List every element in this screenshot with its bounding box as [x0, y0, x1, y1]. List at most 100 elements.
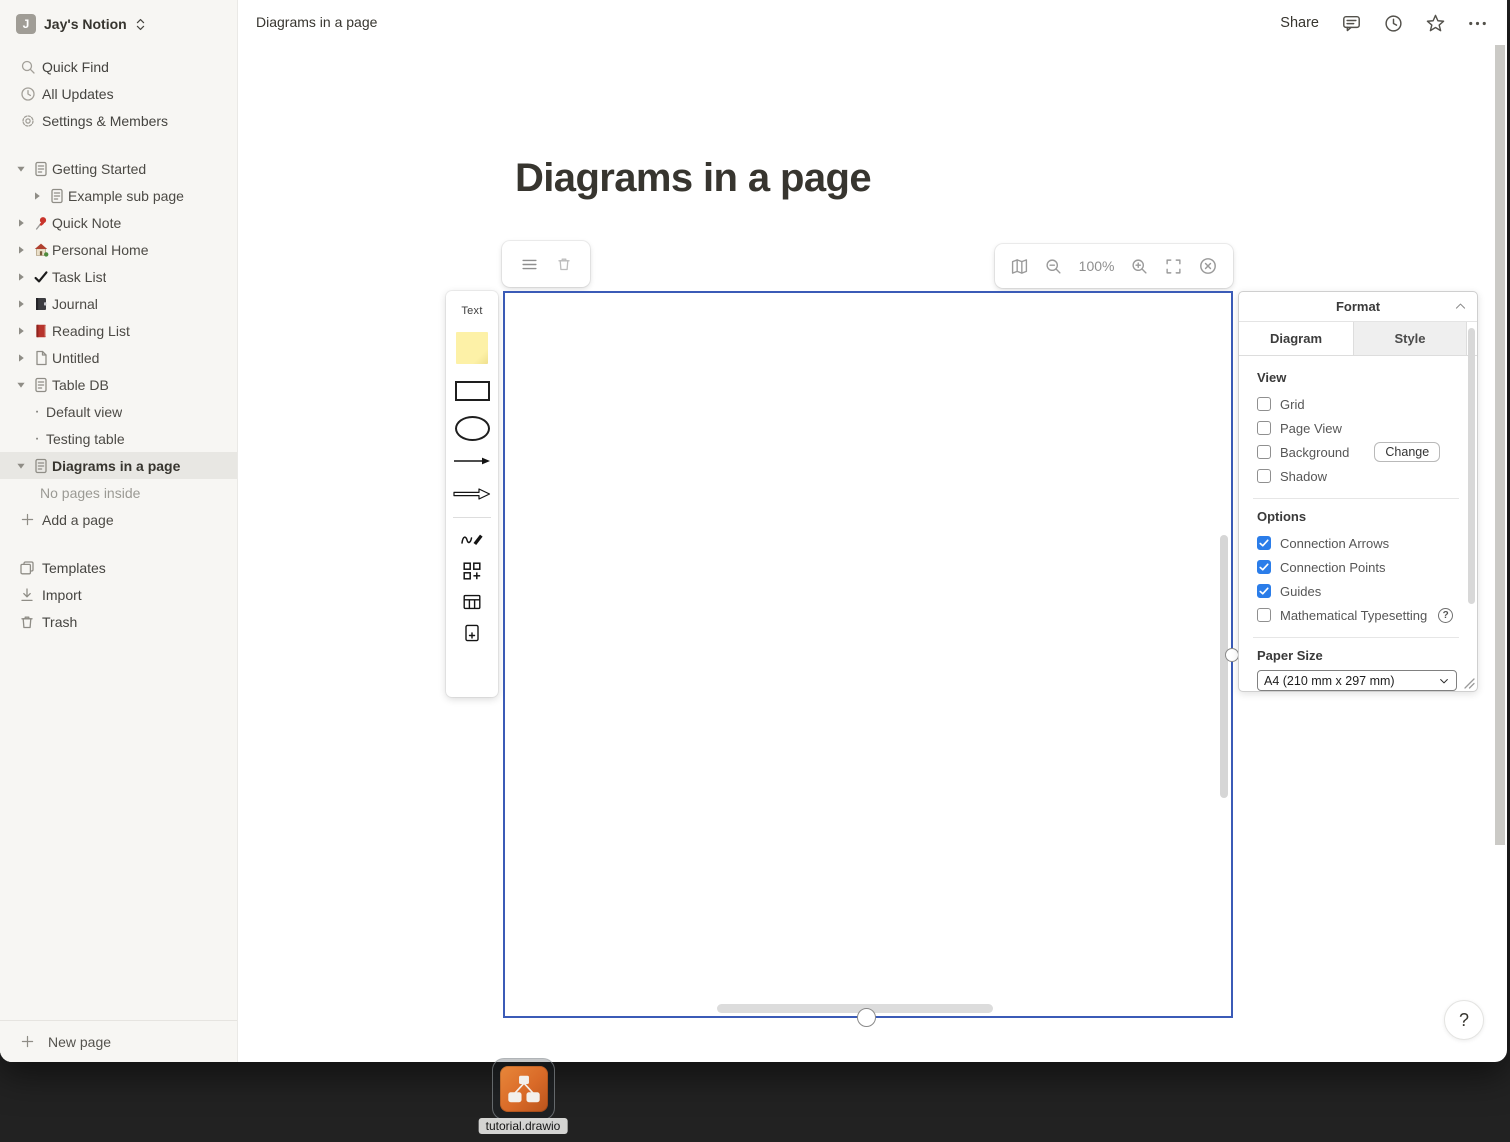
sidebar-item-templates[interactable]: Templates: [0, 554, 237, 581]
divider: [1253, 637, 1459, 638]
sidebar-item-default-view[interactable]: · Default view: [0, 398, 237, 425]
checkbox-unchecked[interactable]: [1257, 397, 1271, 411]
sidebar-item-diagrams-in-a-page[interactable]: Diagrams in a page: [0, 452, 237, 479]
drawio-file-icon[interactable]: [492, 1058, 555, 1120]
toggle-expanded-icon[interactable]: [12, 164, 30, 174]
checkbox-checked[interactable]: [1257, 584, 1271, 598]
blankpage-icon: [30, 350, 52, 366]
toggle-collapsed-icon[interactable]: [12, 353, 30, 363]
paper-size-select[interactable]: A4 (210 mm x 297 mm): [1257, 670, 1457, 691]
sidebar-item-label: Table DB: [52, 377, 109, 393]
option-label: Background: [1280, 445, 1349, 460]
checkbox-unchecked[interactable]: [1257, 608, 1271, 622]
page-icon: [30, 161, 52, 177]
sidebar-item-quick-note[interactable]: Quick Note: [0, 209, 237, 236]
text-shape-tool[interactable]: Text: [461, 305, 482, 317]
sidebar-item-personal-home[interactable]: Personal Home: [0, 236, 237, 263]
sticky-note-tool[interactable]: [456, 332, 488, 364]
templates-icon: [16, 560, 38, 576]
ellipse-tool[interactable]: [455, 416, 490, 441]
toggle-expanded-icon[interactable]: [12, 461, 30, 471]
workspace-avatar: J: [16, 14, 36, 34]
menu-icon[interactable]: [521, 256, 538, 273]
checkbox-unchecked[interactable]: [1257, 421, 1271, 435]
rectangle-tool[interactable]: [455, 381, 490, 401]
workspace-switcher[interactable]: J Jay's Notion: [0, 9, 237, 39]
new-page-button[interactable]: New page: [0, 1020, 237, 1062]
checkbox-checked[interactable]: [1257, 560, 1271, 574]
sidebar-item-trash[interactable]: Trash: [0, 608, 237, 635]
fullscreen-icon[interactable]: [1165, 258, 1182, 275]
sidebar-item-journal[interactable]: Journal: [0, 290, 237, 317]
change-button[interactable]: Change: [1374, 442, 1440, 462]
sidebar-item-settings-members[interactable]: Settings & Members: [0, 107, 237, 134]
canvas-vertical-scrollbar[interactable]: [1220, 535, 1228, 798]
resize-handle-bottom[interactable]: [857, 1008, 876, 1027]
format-panel-header[interactable]: Format: [1239, 292, 1477, 322]
toggle-collapsed-icon[interactable]: [12, 218, 30, 228]
window-scrollbar[interactable]: [1495, 45, 1505, 845]
table-icon[interactable]: [463, 594, 481, 610]
canvas-horizontal-scrollbar[interactable]: [717, 1004, 993, 1013]
embed-toolbar: [502, 241, 590, 287]
sidebar-item-label: Templates: [42, 560, 106, 576]
page-title[interactable]: Diagrams in a page: [515, 156, 871, 201]
help-button[interactable]: ?: [1444, 1000, 1484, 1040]
freehand-tool[interactable]: [460, 530, 484, 548]
sidebar-item-task-list[interactable]: Task List: [0, 263, 237, 290]
checkbox-checked[interactable]: [1257, 536, 1271, 550]
sidebar-item-label: Diagrams in a page: [52, 458, 180, 474]
sidebar-item-reading-list[interactable]: Reading List: [0, 317, 237, 344]
tab-style[interactable]: Style: [1354, 322, 1467, 356]
format-panel: Format Diagram Style View Grid Page View: [1238, 291, 1478, 692]
comment-icon[interactable]: [1342, 14, 1361, 33]
help-circle-icon[interactable]: ?: [1438, 608, 1453, 623]
sidebar-item-import[interactable]: Import: [0, 581, 237, 608]
drawio-file-label[interactable]: tutorial.drawio: [479, 1118, 568, 1134]
toggle-collapsed-icon[interactable]: [12, 326, 30, 336]
redbook-icon: [30, 323, 52, 339]
format-panel-scrollbar[interactable]: [1468, 328, 1475, 604]
close-icon[interactable]: [1199, 257, 1217, 275]
sidebar-item-testing-table[interactable]: · Testing table: [0, 425, 237, 452]
resize-corner-icon[interactable]: [1463, 677, 1475, 689]
share-button[interactable]: Share: [1280, 15, 1319, 31]
checkbox-unchecked[interactable]: [1257, 469, 1271, 483]
chevron-up-icon[interactable]: [1454, 300, 1467, 313]
palette-divider: [453, 517, 491, 518]
bullet-icon: ·: [28, 403, 46, 421]
sidebar-item-quick-find[interactable]: Quick Find: [0, 53, 237, 80]
toggle-collapsed-icon[interactable]: [28, 191, 46, 201]
add-a-page-button[interactable]: Add a page: [0, 506, 237, 533]
more-shapes-icon[interactable]: [463, 562, 481, 580]
plus-icon: [16, 512, 38, 527]
chevron-down-icon: [1438, 675, 1450, 687]
toggle-collapsed-icon[interactable]: [12, 299, 30, 309]
checkbox-unchecked[interactable]: [1257, 445, 1271, 459]
sidebar-item-table-db[interactable]: Table DB: [0, 371, 237, 398]
zoom-in-icon[interactable]: [1131, 258, 1148, 275]
sidebar-item-getting-started[interactable]: Getting Started: [0, 155, 237, 182]
sidebar-item-untitled[interactable]: Untitled: [0, 344, 237, 371]
map-icon[interactable]: [1011, 258, 1028, 275]
drawio-canvas[interactable]: [503, 291, 1233, 1018]
resize-handle-right[interactable]: [1225, 648, 1239, 662]
gear-icon: [16, 113, 40, 129]
sidebar-item-all-updates[interactable]: All Updates: [0, 80, 237, 107]
delete-icon[interactable]: [556, 256, 572, 272]
star-icon[interactable]: [1426, 14, 1445, 33]
zoom-out-icon[interactable]: [1045, 258, 1062, 275]
sidebar-item-example-sub-page[interactable]: Example sub page: [0, 182, 237, 209]
bullet-icon: ·: [28, 430, 46, 448]
toggle-collapsed-icon[interactable]: [12, 245, 30, 255]
toggle-expanded-icon[interactable]: [12, 380, 30, 390]
breadcrumb[interactable]: Diagrams in a page: [256, 14, 377, 30]
page-icon: [46, 188, 68, 204]
tab-diagram[interactable]: Diagram: [1239, 322, 1354, 355]
history-icon[interactable]: [1384, 14, 1403, 33]
open-arrow-tool[interactable]: [453, 487, 491, 501]
arrow-tool[interactable]: [453, 455, 491, 467]
toggle-collapsed-icon[interactable]: [12, 272, 30, 282]
more-icon[interactable]: [1468, 20, 1487, 27]
insert-template-icon[interactable]: [464, 624, 480, 642]
